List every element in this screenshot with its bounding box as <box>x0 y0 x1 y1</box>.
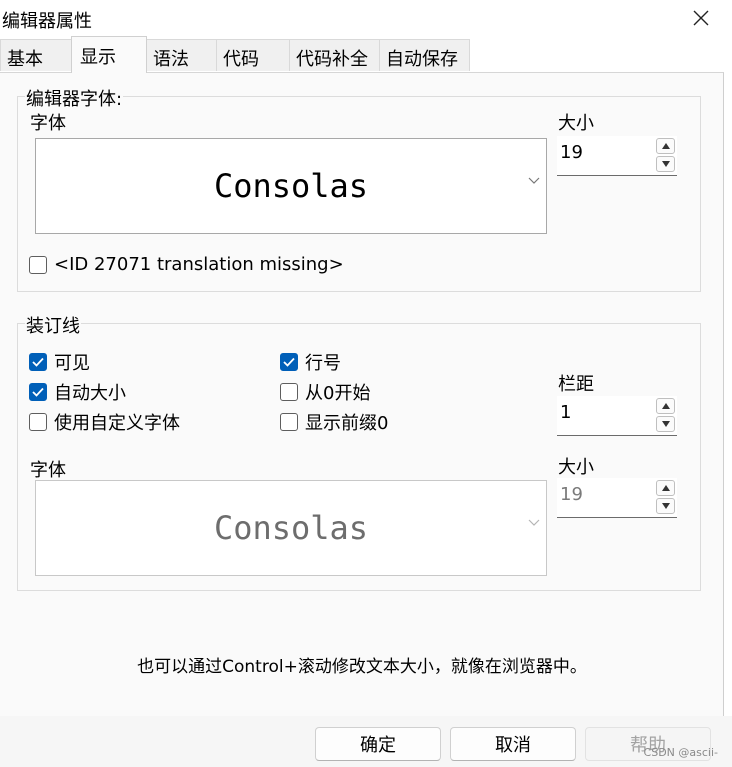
spacing-label: 栏距 <box>558 374 594 395</box>
tab-label: 显示 <box>80 47 116 68</box>
arrow-up-icon <box>661 403 670 409</box>
gutter-spacing-spinner[interactable]: 1 <box>557 396 677 436</box>
checkbox-box <box>29 255 47 274</box>
close-button[interactable] <box>684 0 718 36</box>
gutter-size-label: 大小 <box>558 457 594 478</box>
checkbox-box <box>280 383 298 401</box>
editor-font-group-title: 编辑器字体: <box>25 85 124 111</box>
editor-font-size-spinner[interactable]: 19 <box>557 136 677 176</box>
arrow-up-icon <box>661 143 670 149</box>
tab-label: 自动保存 <box>386 49 458 70</box>
checkbox-label: <ID 27071 translation missing> <box>54 254 344 275</box>
checkbox-box <box>29 413 47 431</box>
tab-code-completion[interactable]: 代码补全 <box>289 39 380 71</box>
decrement-button[interactable] <box>656 416 675 432</box>
auto-size-checkbox[interactable]: 自动大小 <box>29 379 126 405</box>
tab-code[interactable]: 代码 <box>216 39 290 71</box>
tab-strip: 基本 显示 语法 代码 代码补全 自动保存 <box>0 36 732 73</box>
checkbox-box <box>29 353 47 371</box>
arrow-down-icon <box>661 503 670 509</box>
dialog-footer: 确定 取消 帮助 CSDN @ascii- <box>0 716 732 767</box>
gutter-font-label: 字体 <box>30 460 66 481</box>
increment-button[interactable] <box>656 138 675 154</box>
gutter-font-size-spinner[interactable]: 19 <box>557 478 677 518</box>
checkmark-icon <box>32 387 44 397</box>
checkmark-icon <box>32 357 44 367</box>
tab-label: 基本 <box>7 49 43 70</box>
translation-missing-checkbox[interactable]: <ID 27071 translation missing> <box>29 254 344 275</box>
close-icon <box>693 10 709 26</box>
size-value: 19 <box>560 484 583 505</box>
checkbox-box <box>280 413 298 431</box>
checkbox-label: 行号 <box>305 353 341 374</box>
checkbox-box <box>280 353 298 371</box>
editor-font-select[interactable]: Consolas <box>35 138 547 234</box>
tab-display[interactable]: 显示 <box>71 36 147 73</box>
font-name: Consolas <box>213 509 369 547</box>
size-label: 大小 <box>558 113 594 134</box>
size-value: 19 <box>560 142 583 163</box>
tab-label: 代码补全 <box>296 49 368 70</box>
checkbox-label: 显示前缀0 <box>305 413 389 434</box>
arrow-up-icon <box>661 485 670 491</box>
checkbox-label: 使用自定义字体 <box>54 413 180 434</box>
font-name: Consolas <box>213 167 369 205</box>
tab-label: 代码 <box>223 49 259 70</box>
cancel-button[interactable]: 取消 <box>450 727 576 761</box>
checkbox-label: 可见 <box>54 353 90 374</box>
ok-button[interactable]: 确定 <box>315 727 441 761</box>
checkmark-icon <box>283 357 295 367</box>
watermark: CSDN @ascii- <box>643 746 718 759</box>
title-bar: 编辑器属性 <box>0 0 732 36</box>
tab-basic[interactable]: 基本 <box>0 39 72 71</box>
checkbox-label: 自动大小 <box>54 383 126 404</box>
leading-zeros-checkbox[interactable]: 显示前缀0 <box>280 409 388 435</box>
spacing-value: 1 <box>560 402 572 423</box>
decrement-button[interactable] <box>656 498 675 514</box>
gutter-font-select[interactable]: Consolas <box>35 480 547 576</box>
chevron-down-icon <box>528 519 540 526</box>
increment-button[interactable] <box>656 480 675 496</box>
increment-button[interactable] <box>656 398 675 414</box>
tip-text: 也可以通过Control+滚动修改文本大小，就像在浏览器中。 <box>137 657 587 677</box>
checkbox-label: 从0开始 <box>305 383 371 404</box>
line-numbers-checkbox[interactable]: 行号 <box>280 349 341 375</box>
tab-syntax[interactable]: 语法 <box>146 39 217 71</box>
decrement-button[interactable] <box>656 156 675 172</box>
tab-panel-display: 编辑器字体: 字体 大小 Consolas 19 <ID 27071 trans… <box>0 72 724 716</box>
visible-checkbox[interactable]: 可见 <box>29 349 90 375</box>
tab-autosave[interactable]: 自动保存 <box>379 39 470 71</box>
chevron-down-icon <box>528 177 540 184</box>
start-from-zero-checkbox[interactable]: 从0开始 <box>280 379 370 405</box>
font-label: 字体 <box>30 113 66 134</box>
arrow-down-icon <box>661 421 670 427</box>
arrow-down-icon <box>661 161 670 167</box>
tab-label: 语法 <box>153 49 189 70</box>
custom-font-checkbox[interactable]: 使用自定义字体 <box>29 409 180 435</box>
checkbox-box <box>29 383 47 401</box>
gutter-group-title: 装订线 <box>25 312 81 338</box>
window-title: 编辑器属性 <box>2 11 92 32</box>
